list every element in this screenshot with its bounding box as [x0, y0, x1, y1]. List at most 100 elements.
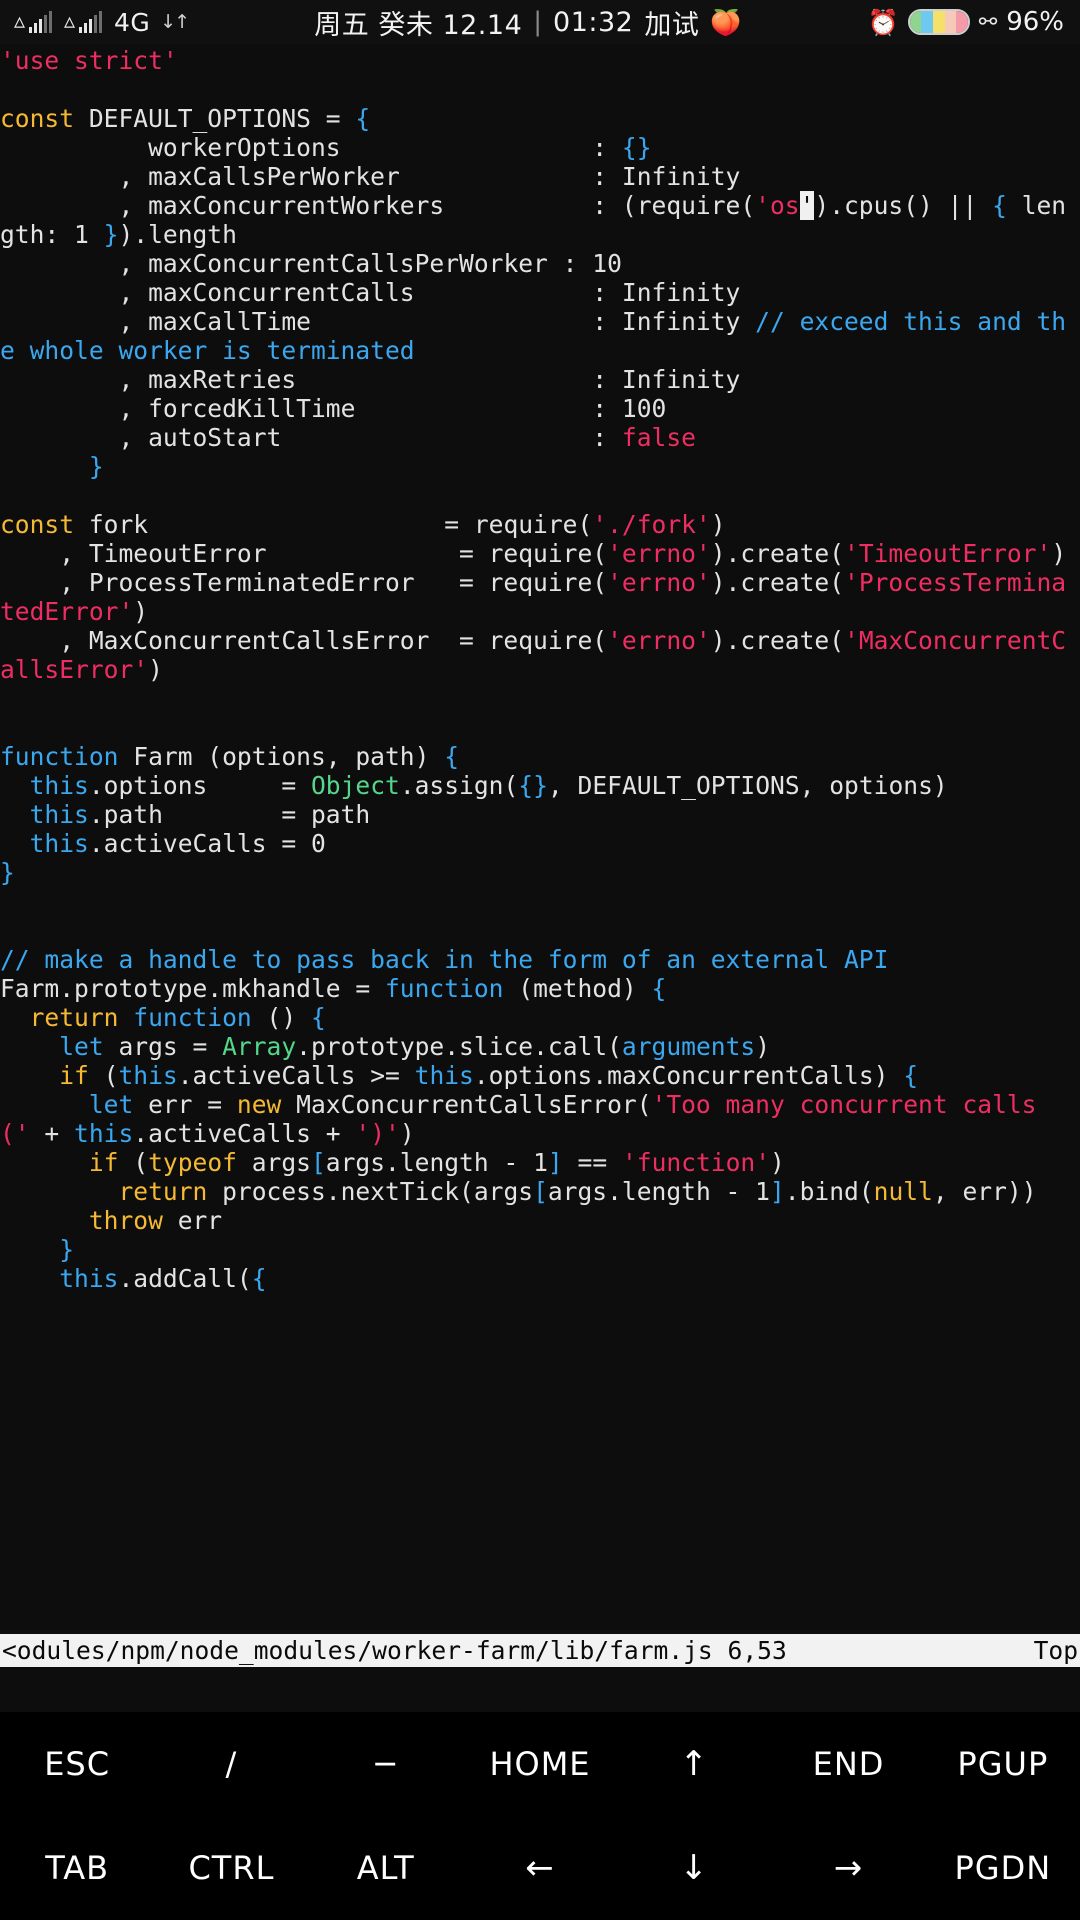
battery-rainbow-icon: [908, 9, 970, 35]
code-token: let: [0, 1090, 133, 1119]
key-down-arrow[interactable]: ↓: [617, 1851, 771, 1885]
key-esc[interactable]: ESC: [0, 1748, 154, 1780]
code-token: {: [992, 191, 1007, 220]
code-token: workerOptions :: [0, 133, 622, 162]
code-token: 'errno': [607, 626, 711, 655]
code-token: this: [74, 1119, 133, 1148]
code-token: .addCall(: [118, 1264, 251, 1293]
code-token: arguments: [622, 1032, 755, 1061]
code-token: .activeCalls >=: [178, 1061, 415, 1090]
code-line: this.activeCalls = 0: [0, 829, 1080, 858]
code-token: args.length - 1: [326, 1148, 548, 1177]
code-line: this.options = Object.assign({}, DEFAULT…: [0, 771, 1080, 800]
code-token: , err)): [933, 1177, 1037, 1206]
code-token: ): [770, 1148, 785, 1177]
code-token: .prototype.slice.call(: [296, 1032, 622, 1061]
code-token: err =: [133, 1090, 237, 1119]
code-line: return function () {: [0, 1003, 1080, 1032]
code-token: {}: [622, 133, 652, 162]
key-dash[interactable]: ─: [309, 1748, 463, 1780]
code-line: , TimeoutError = require('errno').create…: [0, 539, 1080, 568]
key-slash[interactable]: /: [154, 1748, 308, 1780]
code-token: return: [0, 1177, 207, 1206]
code-token: ): [133, 597, 148, 626]
key-tab[interactable]: TAB: [0, 1852, 154, 1884]
key-ctrl[interactable]: CTRL: [154, 1852, 308, 1884]
vim-status-line: <odules/npm/node_modules/worker-farm/lib…: [0, 1634, 1080, 1667]
code-line: , maxRetries : Infinity: [0, 365, 1080, 394]
code-line: if (this.activeCalls >= this.options.max…: [0, 1061, 1080, 1090]
code-token: ): [400, 1119, 415, 1148]
code-line: , maxCallTime : Infinity // exceed this …: [0, 307, 1080, 365]
source-code-text[interactable]: 'use strict' const DEFAULT_OPTIONS = { w…: [0, 44, 1080, 1293]
code-token: , maxConcurrentCalls : Infinity: [0, 278, 740, 307]
code-token: fork = require(: [74, 510, 592, 539]
code-line: [0, 713, 1080, 742]
code-line: , ProcessTerminatedError = require('errn…: [0, 568, 1080, 626]
key-end[interactable]: END: [771, 1748, 925, 1780]
code-token: .options =: [89, 771, 311, 800]
extra-keys-row-1: ESC / ─ HOME ↑ END PGUP: [0, 1712, 1080, 1816]
code-token: const: [0, 510, 74, 539]
status-bar-separator: |: [533, 7, 542, 37]
battery-percent-label: 96%: [1006, 7, 1064, 37]
code-token: , maxCallsPerWorker : Infinity: [0, 162, 740, 191]
code-token: args: [237, 1148, 311, 1177]
peach-emoji-icon: 🍑: [710, 10, 741, 35]
key-left-arrow[interactable]: ←: [463, 1851, 617, 1885]
code-token: ).create(: [711, 568, 844, 597]
code-line: const fork = require('./fork'): [0, 510, 1080, 539]
code-token: , maxRetries : Infinity: [0, 365, 740, 394]
code-token: , maxConcurrentWorkers : (require(: [0, 191, 755, 220]
code-token: (: [89, 1061, 119, 1090]
code-line: let args = Array.prototype.slice.call(ar…: [0, 1032, 1080, 1061]
code-line: }: [0, 452, 1080, 481]
key-pgup[interactable]: PGUP: [926, 1748, 1080, 1780]
key-alt[interactable]: ALT: [309, 1852, 463, 1884]
vim-file-path: <odules/npm/node_modules/worker-farm/lib…: [2, 1634, 787, 1667]
data-transfer-icon: ↓↑: [160, 11, 188, 33]
code-line: , maxConcurrentWorkers : (require('os').…: [0, 191, 1080, 249]
code-token: null: [874, 1177, 933, 1206]
code-token: 'os: [755, 191, 799, 220]
code-token: ): [148, 655, 163, 684]
code-token: .path = path: [89, 800, 370, 829]
vim-editor-buffer[interactable]: 'use strict' const DEFAULT_OPTIONS = { w…: [0, 44, 1080, 1634]
editor-bottom-gap: [0, 1667, 1080, 1712]
code-token: }: [0, 858, 15, 887]
code-line: }: [0, 1235, 1080, 1264]
code-token: +: [30, 1119, 74, 1148]
code-token: DEFAULT_OPTIONS =: [74, 104, 355, 133]
code-token: false: [622, 423, 696, 452]
code-token: .assign(: [400, 771, 518, 800]
code-token: function: [118, 1003, 251, 1032]
key-home[interactable]: HOME: [463, 1748, 617, 1780]
key-pgdn[interactable]: PGDN: [926, 1852, 1080, 1884]
android-status-bar: ▵ ▵ 4G ↓↑ 周五 癸未 12.14 | 01:32 加试 🍑 ⏰ ⚯ 9…: [0, 0, 1080, 44]
extra-keys-bar[interactable]: ESC / ─ HOME ↑ END PGUP TAB CTRL ALT ← ↓…: [0, 1712, 1080, 1920]
code-token: {: [903, 1061, 918, 1090]
alarm-clock-icon: ⏰: [868, 10, 899, 35]
charging-plug-icon: ⚯: [979, 10, 997, 35]
extra-keys-row-2: TAB CTRL ALT ← ↓ → PGDN: [0, 1816, 1080, 1920]
code-line: throw err: [0, 1206, 1080, 1235]
code-token: 'function': [622, 1148, 770, 1177]
code-line: if (typeof args[args.length - 1] == 'fun…: [0, 1148, 1080, 1177]
code-token: ): [1051, 539, 1066, 568]
code-token: ): [711, 510, 726, 539]
network-type-label: 4G: [114, 8, 150, 37]
status-bar-time: 01:32: [553, 7, 633, 38]
code-line: [0, 887, 1080, 916]
code-token: ): [755, 1032, 770, 1061]
code-line: Farm.prototype.mkhandle = function (meth…: [0, 974, 1080, 1003]
code-token: {: [252, 1264, 267, 1293]
code-line: [0, 916, 1080, 945]
status-bar-left-group: ▵ ▵ 4G ↓↑: [0, 8, 188, 37]
code-token: 'use strict': [0, 46, 178, 75]
key-up-arrow[interactable]: ↑: [617, 1747, 771, 1781]
code-line: this.path = path: [0, 800, 1080, 829]
key-right-arrow[interactable]: →: [771, 1851, 925, 1885]
code-token: [: [311, 1148, 326, 1177]
code-token: err: [163, 1206, 222, 1235]
code-token: ).create(: [711, 539, 844, 568]
